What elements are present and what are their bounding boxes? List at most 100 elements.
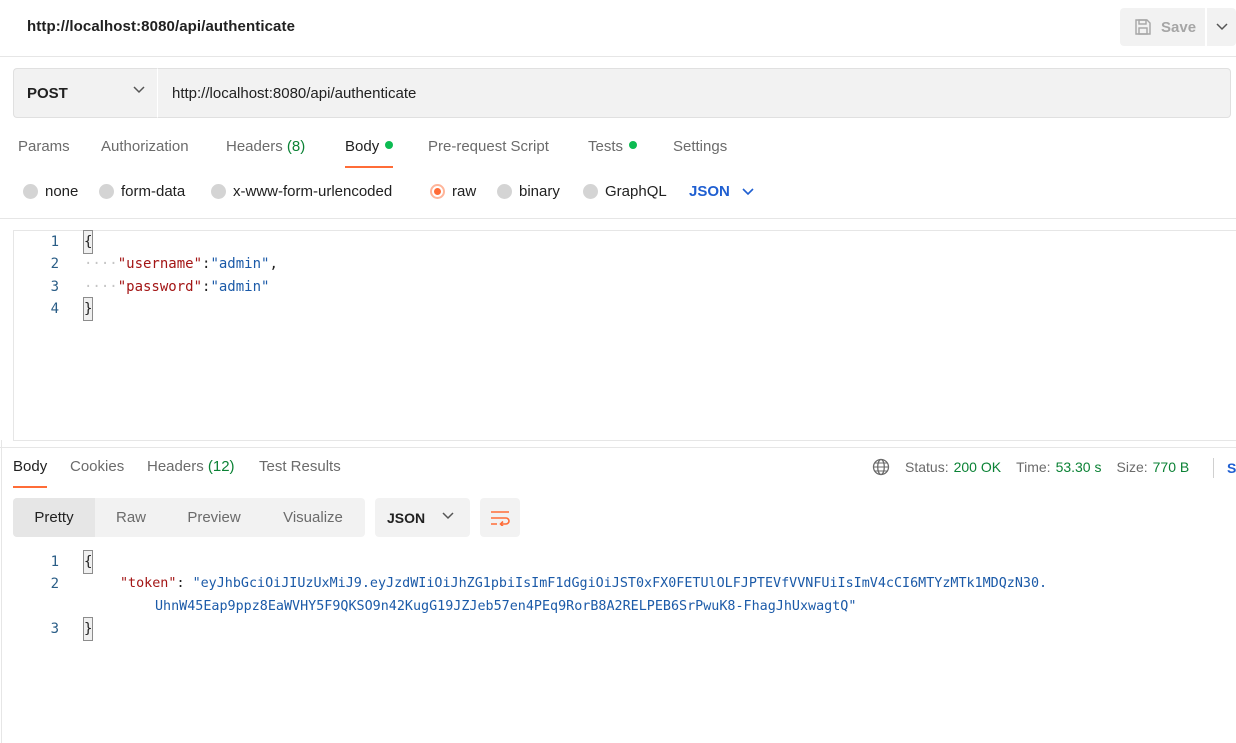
line-number: 2 <box>50 256 59 272</box>
tab-body-label: Body <box>345 138 380 155</box>
wrap-lines-icon <box>491 510 510 526</box>
method-value: POST <box>27 84 68 102</box>
json-key: "username" <box>117 256 203 272</box>
view-raw-button[interactable]: Raw <box>113 498 149 537</box>
tab-tests-label: Tests <box>588 138 624 155</box>
radio-urlencoded-label: x-www-form-urlencoded <box>233 183 393 200</box>
json-value: "admin" <box>210 256 270 272</box>
json-value: "admin" <box>210 279 270 295</box>
wrap-lines-button[interactable] <box>480 498 520 537</box>
tab-authorization[interactable]: Authorization <box>101 138 189 168</box>
radio-none-label: none <box>45 183 79 200</box>
divider <box>1213 458 1214 478</box>
code-line: } <box>82 297 94 321</box>
line-number: 1 <box>50 554 59 570</box>
status-dot-icon <box>629 141 638 149</box>
json-comma: , <box>269 256 278 272</box>
radio-icon <box>211 184 226 199</box>
response-tab-headers-label: Headers <box>147 458 204 475</box>
radio-none[interactable]: none <box>23 183 78 200</box>
tab-body[interactable]: Body <box>345 138 394 168</box>
status-dot-icon <box>385 141 394 149</box>
code-line: "token": "eyJhbGciOiJIUzUxMiJ9.eyJzdWIiO… <box>120 573 1047 595</box>
line-number: 2 <box>50 576 59 592</box>
tab-prerequest-script[interactable]: Pre-request Script <box>428 138 549 168</box>
radio-form-data[interactable]: form-data <box>99 183 185 200</box>
method-select[interactable]: POST <box>13 68 157 118</box>
body-language-value: JSON <box>689 183 730 200</box>
response-status: Status: 200 OK Time: 53.30 s Size: 770 B <box>872 458 1189 476</box>
close-brace: } <box>82 297 94 321</box>
radio-urlencoded[interactable]: x-www-form-urlencoded <box>211 183 392 200</box>
radio-icon <box>99 184 114 199</box>
response-tab-cookies[interactable]: Cookies <box>70 458 124 488</box>
divider <box>1 440 2 743</box>
response-tab-body[interactable]: Body <box>13 458 48 488</box>
radio-icon <box>23 184 38 199</box>
response-tab-headers-count: (12) <box>207 458 235 475</box>
chevron-down-icon <box>1215 23 1228 31</box>
radio-icon <box>497 184 512 199</box>
view-pretty-button[interactable]: Pretty <box>13 498 95 537</box>
open-brace: { <box>82 230 94 254</box>
status-label: Status: <box>905 459 949 475</box>
line-number: 3 <box>50 279 59 295</box>
radio-graphql-label: GraphQL <box>605 183 667 200</box>
save-label: Save <box>1161 18 1197 36</box>
response-view-toggle: Pretty Raw Preview Visualize <box>13 498 365 537</box>
code-line: ····"username":"admin", <box>84 253 278 275</box>
url-input[interactable]: http://localhost:8080/api/authenticate <box>157 68 1231 118</box>
status-value[interactable]: 200 OK <box>954 459 1001 475</box>
open-brace: { <box>82 550 94 574</box>
divider <box>0 447 1236 448</box>
tab-settings[interactable]: Settings <box>673 138 727 168</box>
body-language-select[interactable]: JSON <box>689 183 754 200</box>
globe-icon[interactable] <box>872 458 890 476</box>
radio-icon <box>583 184 598 199</box>
request-title[interactable]: http://localhost:8080/api/authenticate <box>27 18 295 35</box>
response-format-value: JSON <box>387 509 426 526</box>
line-number: 3 <box>50 621 59 637</box>
size-value[interactable]: 770 B <box>1153 459 1190 475</box>
chevron-down-icon <box>442 512 454 520</box>
radio-selected-icon <box>430 184 445 199</box>
close-brace: } <box>82 617 94 641</box>
time-value[interactable]: 53.30 s <box>1056 459 1102 475</box>
code-line: { <box>82 550 94 574</box>
save-options-button[interactable] <box>1207 8 1236 46</box>
view-visualize-button[interactable]: Visualize <box>279 498 347 537</box>
save-button[interactable]: Save <box>1120 8 1205 46</box>
view-preview-button[interactable]: Preview <box>183 498 245 537</box>
response-tab-headers[interactable]: Headers (12) <box>147 458 235 488</box>
response-tab-test-results[interactable]: Test Results <box>259 458 341 488</box>
token-value: "eyJhbGciOiJIUzUxMiJ9.eyJzdWIiOiJhZG1pbi… <box>192 576 1048 591</box>
json-key: "token" <box>120 576 177 591</box>
response-format-select[interactable]: JSON <box>375 498 470 537</box>
save-response-button[interactable]: S <box>1227 460 1236 476</box>
line-number: 4 <box>50 301 59 317</box>
line-number: 1 <box>50 234 59 250</box>
code-line: ····"password":"admin" <box>84 276 269 298</box>
token-value-continued: UhnW45Eap9ppz8EaWVHY5F9QKSO9n42KugG19JZJ… <box>155 599 857 614</box>
json-key: "password" <box>117 279 203 295</box>
tab-headers-count: (8) <box>286 138 306 155</box>
tab-headers[interactable]: Headers (8) <box>226 138 305 168</box>
size-label: Size: <box>1116 459 1148 475</box>
tab-params[interactable]: Params <box>18 138 70 168</box>
code-line: UhnW45Eap9ppz8EaWVHY5F9QKSO9n42KugG19JZJ… <box>155 596 856 618</box>
tab-tests[interactable]: Tests <box>588 138 638 168</box>
radio-graphql[interactable]: GraphQL <box>583 183 667 200</box>
json-colon: : <box>176 576 193 591</box>
radio-form-data-label: form-data <box>121 183 186 200</box>
radio-binary-label: binary <box>519 183 560 200</box>
radio-raw[interactable]: raw <box>430 183 476 200</box>
chevron-down-icon <box>742 187 754 195</box>
divider <box>0 218 1236 219</box>
code-line: } <box>82 617 94 641</box>
code-line: { <box>82 230 94 254</box>
radio-raw-label: raw <box>452 183 477 200</box>
radio-binary[interactable]: binary <box>497 183 560 200</box>
time-label: Time: <box>1016 459 1051 475</box>
indent-marker: ···· <box>84 256 118 272</box>
chevron-down-icon <box>133 86 145 94</box>
